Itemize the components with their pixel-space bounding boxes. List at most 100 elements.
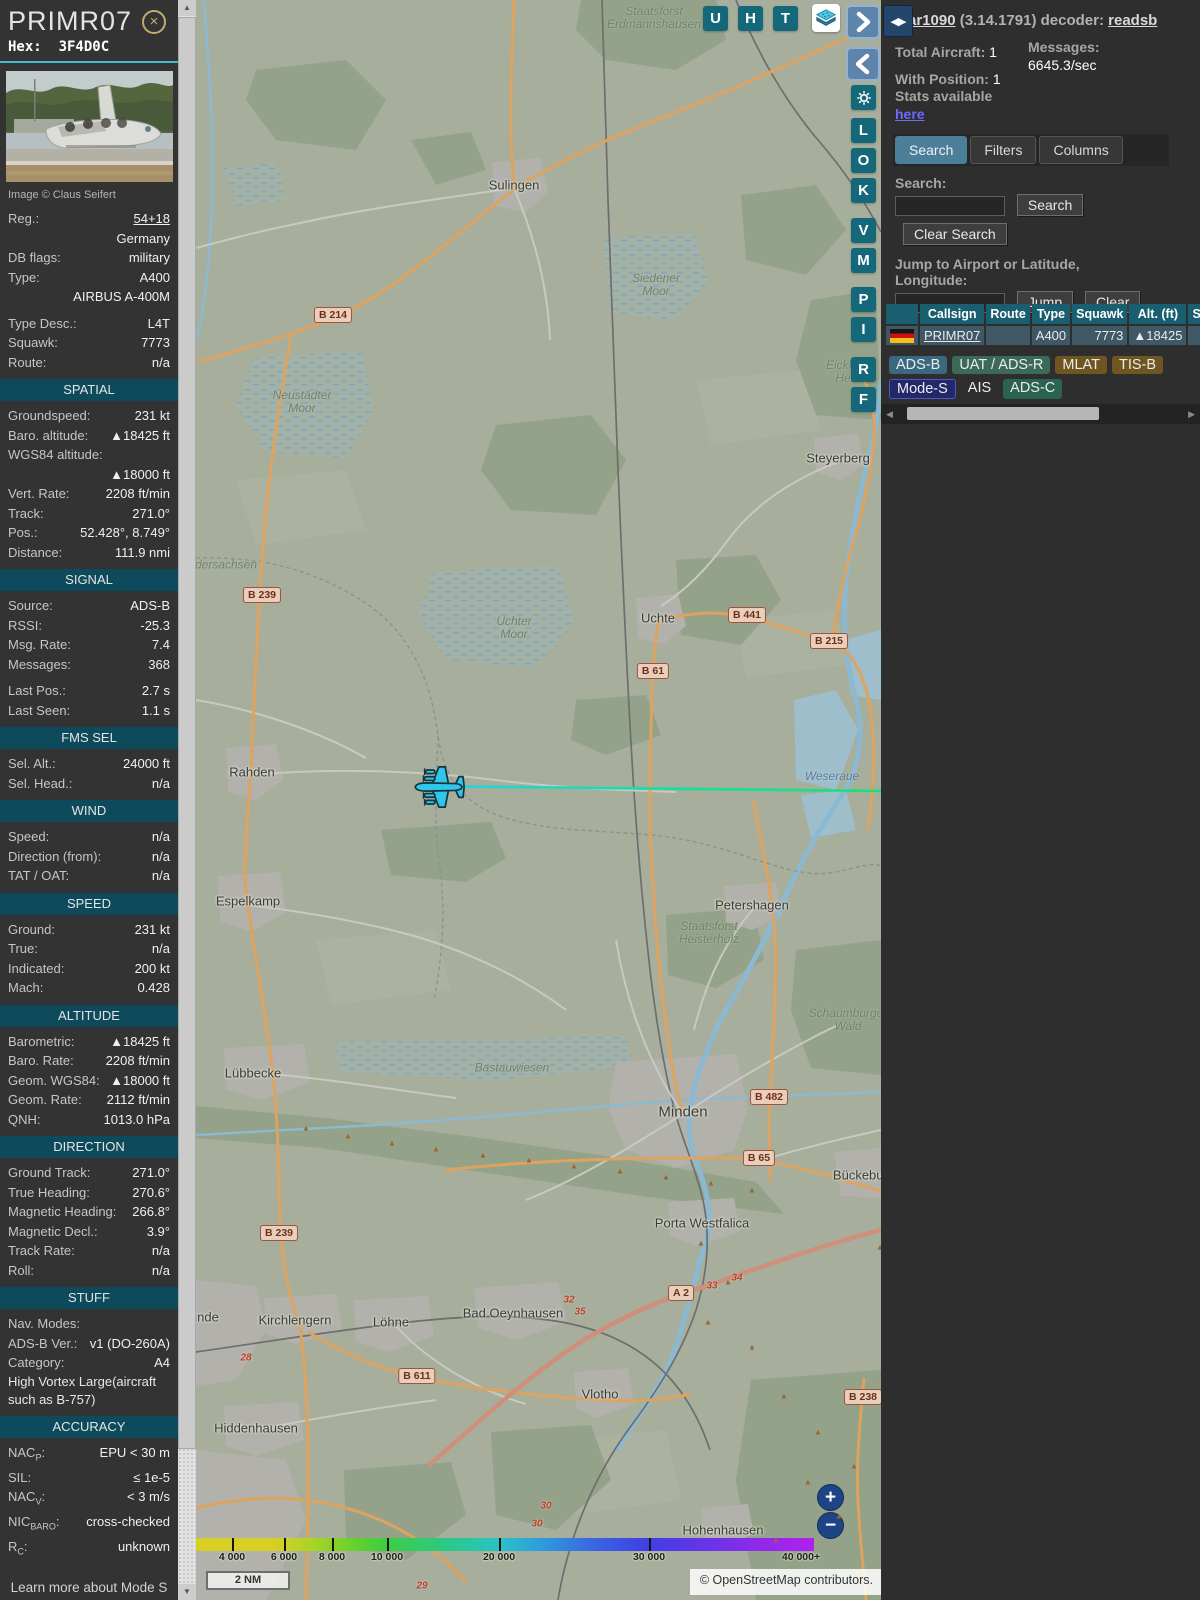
- map-button-v[interactable]: V: [851, 218, 876, 243]
- detail-value: 2112 ft/min: [106, 1092, 170, 1107]
- legend-tick: [332, 1538, 334, 1551]
- tab-filters[interactable]: Filters: [970, 136, 1037, 164]
- registration-link[interactable]: 54+18: [43, 209, 170, 229]
- with-position-value: 1: [992, 71, 1001, 87]
- hex-label: Hex:: [8, 39, 42, 55]
- total-aircraft-label: Total Aircraft:: [895, 44, 986, 60]
- clear-search-button[interactable]: Clear Search: [903, 223, 1007, 245]
- layers-icon: [815, 9, 837, 26]
- panel-collapse-button[interactable]: [846, 47, 880, 81]
- table-horizontal-scrollbar[interactable]: ◀ ▶: [881, 404, 1200, 424]
- tab-search[interactable]: Search: [895, 136, 968, 164]
- section-header-signal: SIGNAL: [0, 569, 178, 591]
- detail-value: unknown: [117, 1539, 170, 1555]
- map-button-r[interactable]: R: [851, 357, 876, 382]
- chevron-right-icon: [856, 11, 871, 33]
- scroll-right-icon[interactable]: ▶: [1188, 409, 1195, 420]
- scroll-down-icon[interactable]: ▼: [178, 1584, 196, 1600]
- detail-label: Vert. Rate:: [8, 486, 70, 501]
- tab-columns[interactable]: Columns: [1039, 136, 1123, 164]
- filter-uat-ads-r[interactable]: UAT / ADS-R: [952, 356, 1051, 374]
- detail-row: Track Rate: n/a: [0, 1241, 178, 1261]
- settings-button[interactable]: [851, 85, 876, 110]
- detail-value: 270.6°: [132, 1184, 170, 1200]
- detail-value: n/a: [151, 848, 170, 864]
- filter-ais[interactable]: AIS: [961, 379, 998, 399]
- with-position-label: With Position:: [895, 71, 989, 87]
- layers-button[interactable]: [812, 4, 840, 32]
- detail-row: Messages: 368: [0, 655, 178, 675]
- filter-mlat[interactable]: MLAT: [1055, 356, 1107, 374]
- detail-value: 1013.0 hPa: [103, 1111, 170, 1127]
- column-header-callsign[interactable]: Callsign: [920, 304, 985, 324]
- detail-label: Type Desc.:: [8, 315, 77, 331]
- zoom-in-button[interactable]: +: [817, 1484, 844, 1511]
- map-button-o[interactable]: O: [851, 148, 876, 173]
- column-header-type[interactable]: Type: [1031, 304, 1071, 324]
- aircraft-table: CallsignRouteTypeSquawkAlt. (ft)Speed PRI…: [884, 302, 1200, 347]
- flag-cell: [886, 326, 918, 345]
- detail-label: Route:: [8, 354, 47, 370]
- detail-label: Baro. altitude:: [8, 427, 89, 443]
- detail-value: ▲18000 ft: [110, 1072, 170, 1088]
- map-button-h[interactable]: H: [738, 6, 763, 31]
- filter-tis-b[interactable]: TIS-B: [1112, 356, 1164, 374]
- column-header-speed[interactable]: Speed: [1188, 304, 1200, 324]
- legend-tick-label: 6 000: [270, 1551, 298, 1563]
- search-button[interactable]: Search: [1016, 194, 1084, 216]
- map-button-i[interactable]: I: [851, 317, 876, 342]
- aircraft-list-panel: tar1090 (3.14.1791) decoder: readsb ◀▶ T…: [881, 0, 1200, 1600]
- zoom-out-button[interactable]: −: [817, 1512, 844, 1539]
- detail-row: Squawk: 7773: [0, 333, 178, 353]
- scroll-left-icon[interactable]: ◀: [886, 409, 893, 420]
- aircraft-row[interactable]: PRIMR07 A400 7773 ▲18425: [886, 326, 1200, 345]
- hex-value: 3F4D0C: [58, 39, 110, 55]
- sidebar-toggle-icon[interactable]: ◀▶: [883, 5, 913, 37]
- readsb-link[interactable]: readsb: [1108, 12, 1157, 29]
- detail-label: Category:: [8, 1355, 65, 1370]
- detail-value: n/a: [151, 1243, 170, 1258]
- detail-label: Roll:: [8, 1262, 35, 1278]
- detail-label: Speed:: [8, 829, 50, 844]
- map-button-l[interactable]: L: [851, 118, 876, 143]
- filter-mode-s[interactable]: Mode-S: [889, 379, 956, 399]
- chevron-left-icon: [855, 53, 870, 75]
- callsign-link[interactable]: PRIMR07: [924, 328, 980, 343]
- map-button-m[interactable]: M: [851, 248, 876, 273]
- search-input[interactable]: [895, 195, 1005, 216]
- detail-label: SIL:: [8, 1469, 32, 1485]
- detail-label: Sel. Alt.:: [8, 756, 56, 771]
- column-header-flag[interactable]: [886, 304, 918, 324]
- detail-label: Ground:: [8, 921, 55, 937]
- stats-left: Total Aircraft: 1 With Position: 1 Stats…: [895, 44, 1001, 123]
- detail-row: RC: unknown: [0, 1537, 178, 1562]
- detail-label: Groundspeed:: [8, 408, 91, 423]
- messages-rate: 6645.3/sec: [1028, 57, 1097, 73]
- map-button-p[interactable]: P: [851, 287, 876, 312]
- map-button-k[interactable]: K: [851, 178, 876, 203]
- column-header-alt-ft-[interactable]: Alt. (ft): [1129, 304, 1187, 324]
- legend-tick: [649, 1538, 651, 1551]
- map[interactable]: + − 2 NM © OpenStreetMap contributors. S…: [196, 0, 881, 1600]
- map-button-f[interactable]: F: [851, 387, 876, 412]
- filter-ads-c[interactable]: ADS-C: [1003, 379, 1063, 399]
- stats-right: Messages: 6645.3/sec: [1028, 38, 1100, 74]
- column-header-route[interactable]: Route: [986, 304, 1030, 324]
- hscrollbar-thumb[interactable]: [907, 407, 1099, 420]
- detail-value: 3.9°: [146, 1223, 170, 1239]
- column-header-squawk[interactable]: Squawk: [1072, 304, 1128, 324]
- map-button-u[interactable]: U: [703, 6, 728, 31]
- scroll-up-icon[interactable]: ▲: [178, 0, 196, 16]
- section-header-wind: WIND: [0, 800, 178, 822]
- sidebar-scrollbar[interactable]: ▲ ▼: [178, 0, 196, 1600]
- close-icon[interactable]: ×: [142, 10, 166, 34]
- scrollbar-thumb[interactable]: [178, 17, 196, 1449]
- filter-ads-b[interactable]: ADS-B: [889, 356, 948, 374]
- gear-icon: [856, 90, 871, 105]
- detail-value: n/a: [151, 775, 170, 791]
- stats-here-link[interactable]: here: [895, 106, 925, 123]
- panel-expand-button[interactable]: [846, 5, 880, 39]
- speed-cell: [1188, 326, 1200, 345]
- detail-label: Geom. Rate:: [8, 1092, 82, 1107]
- map-button-t[interactable]: T: [773, 6, 798, 31]
